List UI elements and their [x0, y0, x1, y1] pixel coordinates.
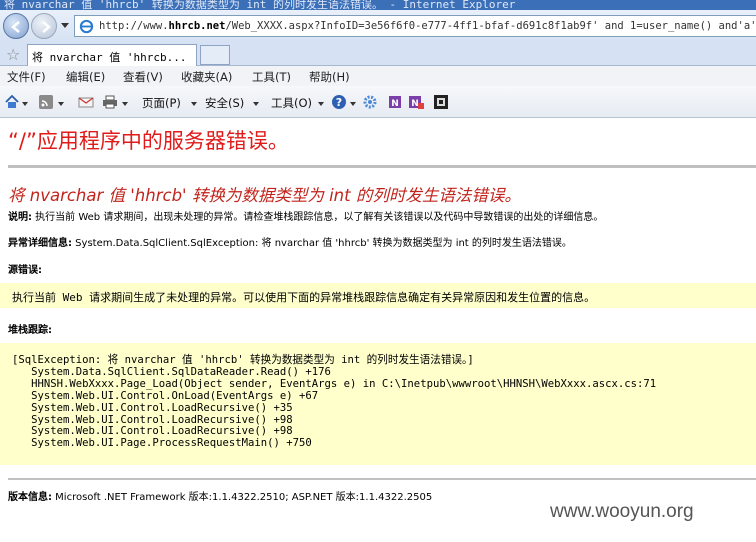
- print-icon[interactable]: [102, 94, 118, 110]
- tools-menu-button[interactable]: 工具(O): [271, 95, 312, 111]
- version-line: 版本信息: Microsoft .NET Framework 版本:1.1.43…: [8, 488, 432, 503]
- stack-line: System.Web.UI.Control.LoadRecursive() +3…: [12, 401, 293, 414]
- stack-line: HHNSH.WebXxxx.Page_Load(Object sender, E…: [12, 377, 657, 390]
- forward-arrow-icon: [42, 21, 51, 33]
- back-arrow-icon: [11, 21, 20, 33]
- tools-dropdown-icon: [318, 102, 324, 106]
- forward-button[interactable]: [31, 13, 57, 39]
- source-error-heading: 源错误:: [8, 261, 42, 276]
- description-text: 执行当前 Web 请求期间，出现未处理的异常。请检查堆栈跟踪信息，以了解有关该错…: [32, 212, 604, 223]
- svg-text:N: N: [411, 99, 419, 109]
- url-path: /Web_XXXX.aspx?InfoID=3e56f6f0-e777-4ff1…: [225, 20, 756, 32]
- description-label: 说明:: [8, 212, 32, 223]
- menu-help[interactable]: 帮助(H): [309, 69, 350, 85]
- back-button[interactable]: [3, 13, 29, 39]
- help-dropdown-icon[interactable]: [350, 102, 356, 106]
- favorites-star-icon[interactable]: ☆: [6, 45, 20, 64]
- home-icon[interactable]: [4, 94, 20, 110]
- description-line: 说明: 执行当前 Web 请求期间，出现未处理的异常。请检查堆栈跟踪信息，以了解…: [8, 208, 603, 223]
- research-gear-icon[interactable]: [362, 94, 378, 110]
- extension-icon[interactable]: [433, 94, 449, 110]
- exception-label: 异常详细信息:: [8, 238, 72, 249]
- stack-line: System.Web.UI.Page.ProcessRequestMain() …: [12, 437, 312, 450]
- ie-page-icon: [79, 19, 94, 34]
- onenote-linked-icon[interactable]: N: [408, 94, 424, 110]
- history-dropdown[interactable]: [61, 23, 69, 28]
- command-bar: 页面(P) 安全(S) 工具(O) ? N N: [0, 86, 756, 118]
- url-domain: hhrcb.net: [168, 20, 226, 32]
- svg-text:?: ?: [336, 96, 342, 109]
- source-error-text: 执行当前 Web 请求期间生成了未处理的异常。可以使用下面的异常堆栈跟踪信息确定…: [12, 291, 596, 304]
- address-url: http://www.hhrcb.net/Web_XXXX.aspx?InfoI…: [99, 20, 756, 32]
- menu-view[interactable]: 查看(V): [123, 69, 163, 85]
- page-menu-button[interactable]: 页面(P): [142, 95, 181, 111]
- tab-current[interactable]: 将 nvarchar 值 'hhrcb...: [27, 44, 197, 66]
- stack-trace-box: [SqlException: 将 nvarchar 值 'hhrcb' 转换为数…: [0, 343, 756, 465]
- version-text: Microsoft .NET Framework 版本:1.1.4322.251…: [52, 492, 433, 503]
- stack-line: System.Web.UI.Control.OnLoad(EventArgs e…: [12, 389, 319, 402]
- window-title: 将 nvarchar 值 'hhrcb' 转换为数据类型为 int 的列时发生语…: [4, 0, 516, 10]
- feeds-dropdown-icon[interactable]: [58, 102, 64, 106]
- menu-file[interactable]: 文件(F): [7, 69, 46, 85]
- error-title: 将 nvarchar 值 'hhrcb' 转换为数据类型为 int 的列时发生语…: [8, 186, 521, 205]
- menu-favorites[interactable]: 收藏夹(A): [181, 69, 232, 85]
- new-tab-button[interactable]: [200, 45, 230, 65]
- heading-divider: [8, 165, 756, 168]
- help-icon[interactable]: ?: [331, 94, 347, 110]
- version-label: 版本信息:: [8, 492, 52, 503]
- print-dropdown-icon[interactable]: [122, 102, 128, 106]
- svg-text:N: N: [391, 99, 399, 109]
- address-bar[interactable]: http://www.hhrcb.net/Web_XXXX.aspx?InfoI…: [74, 15, 756, 37]
- home-dropdown-icon[interactable]: [22, 102, 28, 106]
- menu-tools[interactable]: 工具(T): [252, 69, 291, 85]
- safety-menu-button[interactable]: 安全(S): [205, 95, 244, 111]
- menu-bar: 文件(F) 编辑(E) 查看(V) 收藏夹(A) 工具(T) 帮助(H): [0, 66, 756, 86]
- page-dropdown-icon: [191, 102, 197, 106]
- page-content: “/”应用程序中的服务器错误。 将 nvarchar 值 'hhrcb' 转换为…: [0, 118, 756, 542]
- address-row: http://www.hhrcb.net/Web_XXXX.aspx?InfoI…: [0, 10, 756, 42]
- stack-line: System.Web.UI.Control.LoadRecursive() +9…: [12, 425, 293, 438]
- tab-row: ☆ 将 nvarchar 值 'hhrcb...: [0, 42, 756, 66]
- exception-line: 异常详细信息: System.Data.SqlClient.SqlExcepti…: [8, 234, 572, 249]
- stack-line: System.Data.SqlClient.SqlDataReader.Read…: [12, 365, 331, 378]
- page-heading: “/”应用程序中的服务器错误。: [8, 129, 289, 153]
- stack-trace-heading: 堆栈跟踪:: [8, 321, 52, 336]
- menu-edit[interactable]: 编辑(E): [66, 69, 105, 85]
- window-title-bar: 将 nvarchar 值 'hhrcb' 转换为数据类型为 int 的列时发生语…: [0, 0, 756, 10]
- exception-text: System.Data.SqlClient.SqlException: 将 nv…: [72, 238, 572, 249]
- stack-trace-text: [SqlException: 将 nvarchar 值 'hhrcb' 转换为数…: [12, 354, 657, 450]
- tab-label: 将 nvarchar 值 'hhrcb...: [32, 51, 187, 64]
- source-error-label: 源错误:: [8, 265, 42, 276]
- url-prefix: http://www.: [99, 20, 169, 32]
- feeds-icon[interactable]: [38, 94, 54, 110]
- footer-divider: [8, 478, 756, 480]
- mail-icon[interactable]: [78, 94, 94, 110]
- safety-dropdown-icon: [253, 102, 259, 106]
- stack-line: [SqlException: 将 nvarchar 值 'hhrcb' 转换为数…: [12, 354, 474, 366]
- stack-line: System.Web.UI.Control.LoadRecursive() +9…: [12, 413, 293, 426]
- source-error-box: 执行当前 Web 请求期间生成了未处理的异常。可以使用下面的异常堆栈跟踪信息确定…: [0, 283, 756, 308]
- watermark: www.wooyun.org: [550, 501, 694, 522]
- stack-trace-label: 堆栈跟踪:: [8, 325, 52, 336]
- onenote-icon[interactable]: N: [388, 94, 404, 110]
